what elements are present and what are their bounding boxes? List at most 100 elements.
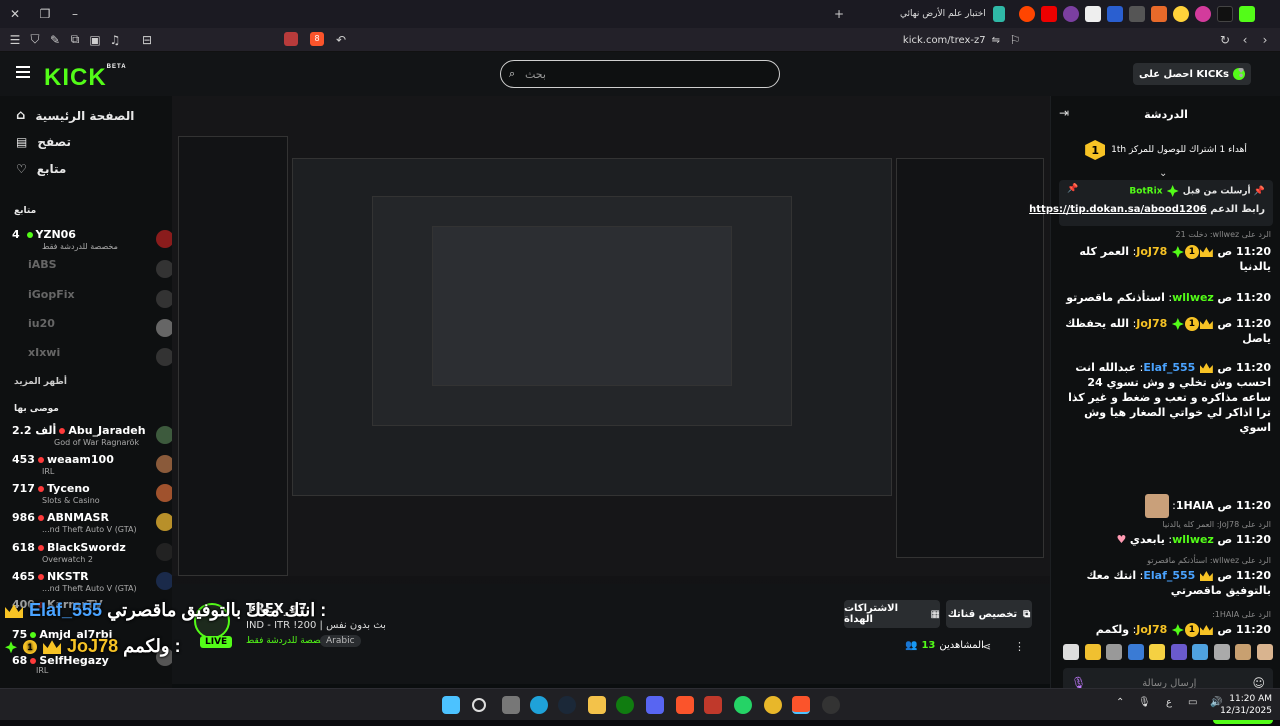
close-window-icon[interactable]: ✕: [4, 3, 26, 25]
emote-icon[interactable]: [1127, 644, 1144, 660]
microphone-icon[interactable]: 🎙: [1138, 697, 1151, 708]
reload-icon[interactable]: ↻: [1214, 29, 1236, 51]
more-icon[interactable]: ⋮: [1014, 640, 1025, 653]
chevron-up-icon[interactable]: ⌃: [1116, 697, 1124, 708]
bookmark-icon[interactable]: ⚐: [1004, 29, 1026, 51]
music-icon[interactable]: ♫: [104, 29, 126, 51]
sidebar-icon[interactable]: ▣: [84, 29, 106, 51]
emote-icon[interactable]: [1084, 644, 1101, 660]
edit-icon[interactable]: ✎: [44, 29, 66, 51]
message-user[interactable]: JoJ78: [1136, 317, 1167, 330]
shield-icon[interactable]: ⛉: [24, 29, 46, 51]
minimize-window-icon[interactable]: –: [64, 3, 86, 25]
share-icon[interactable]: ⋖: [982, 640, 991, 653]
message-user[interactable]: wllwez: [1172, 533, 1214, 546]
recommended-item[interactable]: 986 ABNMASR ...nd Theft Auto V (GTA): [12, 509, 174, 537]
hamburger-menu-icon[interactable]: [16, 66, 30, 78]
recommended-item[interactable]: 2.2 ألف Abu_Jaradeh God of War Ragnarök: [12, 422, 174, 450]
emote-icon[interactable]: [1192, 644, 1209, 660]
tab-icon-yellow[interactable]: [1173, 6, 1189, 22]
recommended-item[interactable]: 717 Tyceno Slots & Casino: [12, 480, 174, 508]
tab-icon-reddit[interactable]: [1019, 6, 1035, 22]
task-view-icon[interactable]: [502, 696, 520, 714]
menu-icon[interactable]: ☰: [4, 29, 26, 51]
network-icon[interactable]: ▭: [1188, 697, 1197, 708]
following-item[interactable]: xIxwi: [12, 344, 174, 372]
user-menu-icon[interactable]: ❢: [1236, 66, 1250, 82]
following-item[interactable]: iu20: [12, 315, 174, 343]
emote-icon[interactable]: [1149, 644, 1166, 660]
tab-icon-youtube[interactable]: [1041, 6, 1057, 22]
app-red-icon[interactable]: [704, 696, 722, 714]
brave-icon[interactable]: [676, 696, 694, 714]
message-user[interactable]: Elaf_555: [1143, 569, 1195, 582]
pin-icon[interactable]: 📌: [1067, 184, 1078, 194]
tab-icon-tiktok[interactable]: [1217, 6, 1233, 22]
gifted-subs-button[interactable]: الاشتراكات الهداة ▦: [844, 600, 940, 628]
extension-red-icon[interactable]: [284, 32, 298, 46]
whatsapp-icon[interactable]: [734, 696, 752, 714]
new-tab-icon[interactable]: +: [828, 3, 850, 25]
message-user[interactable]: JoJ78: [1136, 245, 1167, 258]
chevron-down-icon[interactable]: ⌄: [1159, 168, 1167, 179]
tune-icon[interactable]: ⇋: [992, 35, 1000, 46]
message-user[interactable]: wllwez: [1172, 291, 1214, 304]
tab-icon-pink[interactable]: [1195, 6, 1211, 22]
restore-window-icon[interactable]: ❐: [34, 3, 56, 25]
recommended-item[interactable]: 465 NKSTR ...nd Theft Auto V (GTA): [12, 568, 174, 596]
puzzle-icon[interactable]: ⧉: [64, 29, 86, 51]
obs-icon[interactable]: [822, 696, 840, 714]
wallet-icon[interactable]: ⊟: [136, 29, 158, 51]
tab-icon-orange[interactable]: [1151, 6, 1167, 22]
tab-icon-blue[interactable]: [1107, 6, 1123, 22]
following-item[interactable]: 4 YZN06 مخصصة للدردشة فقط: [12, 226, 174, 254]
discord-icon[interactable]: [646, 696, 664, 714]
recommended-item[interactable]: 618 BlackSwordz Overwatch 2: [12, 539, 174, 567]
pinned-link[interactable]: https://tip.dokan.sa/abood1206: [1029, 204, 1207, 215]
sub-goal-banner[interactable]: 1 أهداء 1 اشتراك للوصول للمركز 1th: [1059, 136, 1273, 164]
emote-icon[interactable]: [1256, 644, 1273, 660]
system-clock[interactable]: 11:20 AM 12/31/2025: [1220, 693, 1272, 717]
chrome-icon[interactable]: [764, 696, 782, 714]
following-item[interactable]: iGopFix: [12, 286, 174, 314]
stream-tag[interactable]: مخصصة للدردشة فقط: [246, 636, 331, 646]
customize-channel-button[interactable]: تخصيص قناتك ⧉: [946, 600, 1032, 628]
xbox-icon[interactable]: [616, 696, 634, 714]
nav-home[interactable]: ⌂ الصفحة الرئيسية: [16, 108, 134, 123]
brave-shield-icon[interactable]: 8: [310, 32, 324, 46]
active-tab[interactable]: اختبار علم الأرض نهائي: [900, 5, 1008, 23]
following-item[interactable]: iABS: [12, 256, 174, 284]
share-icon[interactable]: ↶: [330, 29, 352, 51]
nav-following[interactable]: ♡ متابع: [16, 162, 66, 176]
windows-start-icon[interactable]: [442, 696, 460, 714]
message-user[interactable]: Elaf_555: [1143, 361, 1195, 374]
back-icon[interactable]: ‹: [1234, 29, 1256, 51]
language-tag[interactable]: Arabic: [320, 635, 361, 647]
get-kicks-button[interactable]: احصل على KICKs: [1133, 63, 1251, 85]
emote-icon[interactable]: [1106, 644, 1123, 660]
nav-browse[interactable]: ▤ تصفح: [16, 135, 71, 149]
emote-icon[interactable]: [1170, 644, 1187, 660]
emote-icon[interactable]: [1235, 644, 1252, 660]
show-more-link[interactable]: أظهر المزيد: [14, 377, 67, 387]
forward-icon[interactable]: ›: [1254, 29, 1276, 51]
edge-icon[interactable]: [530, 696, 548, 714]
tab-icon-gray[interactable]: [1129, 6, 1145, 22]
search-icon[interactable]: [472, 698, 486, 712]
tab-icon-kick[interactable]: [1239, 6, 1255, 22]
address-bar[interactable]: kick.com/trex-z7 ⇋: [860, 32, 1000, 48]
input-language[interactable]: ع: [1166, 697, 1172, 708]
emote-icon[interactable]: [1213, 644, 1230, 660]
video-player[interactable]: [172, 96, 1050, 630]
kick-logo[interactable]: KICKBETA: [44, 64, 127, 92]
steam-icon[interactable]: [558, 696, 576, 714]
chevron-down-icon[interactable]: ⌄: [1063, 208, 1071, 218]
message-user[interactable]: 1HAIA: [1176, 499, 1214, 512]
tab-icon-white[interactable]: [1085, 6, 1101, 22]
tab-icon-purple[interactable]: [1063, 6, 1079, 22]
pinned-message[interactable]: 📌 أرسلت من قبل BotRix 📌 رابط الدعم https…: [1029, 180, 1273, 226]
message-user[interactable]: JoJ78: [1136, 623, 1167, 636]
search-input[interactable]: بحث ⌕: [500, 60, 780, 88]
file-explorer-icon[interactable]: [588, 696, 606, 714]
recommended-item[interactable]: 453 weaam100 IRL: [12, 451, 174, 479]
